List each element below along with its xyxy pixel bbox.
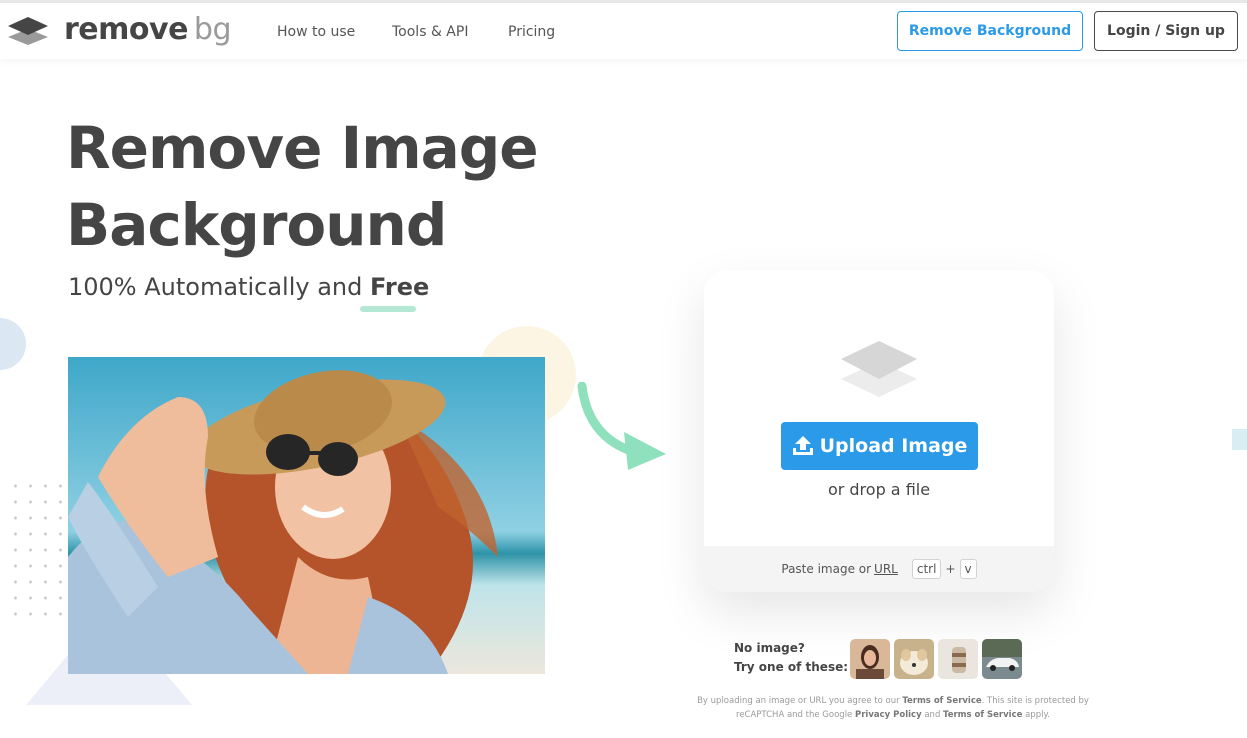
login-signup-button[interactable]: Login / Sign up xyxy=(1094,11,1238,51)
site-header: remove bg How to use Tools & API Pricing … xyxy=(0,3,1247,59)
layers-icon xyxy=(841,341,917,397)
logo-text: remove bg xyxy=(64,12,232,47)
sample-car-thumbnail[interactable] xyxy=(982,639,1022,679)
decor-dots xyxy=(8,478,64,618)
hero-photo xyxy=(68,357,545,674)
free-underline xyxy=(360,306,416,312)
ctrl-key: ctrl xyxy=(911,559,942,579)
page-title: Remove Image Background xyxy=(66,110,626,264)
nav-pricing[interactable]: Pricing xyxy=(508,24,555,40)
terms-of-service-link[interactable]: Terms of Service xyxy=(902,696,981,706)
privacy-policy-link[interactable]: Privacy Policy xyxy=(855,710,922,720)
nav-how-to-use[interactable]: How to use xyxy=(277,24,355,40)
subtitle-emphasis: Free xyxy=(370,273,430,301)
nav-tools-api[interactable]: Tools & API xyxy=(392,24,468,40)
curved-arrow-icon xyxy=(577,382,666,470)
sample-dog-thumbnail[interactable] xyxy=(894,639,934,679)
sample-woman-thumbnail[interactable] xyxy=(850,639,890,679)
terms-notice: By uploading an image or URL you agree t… xyxy=(690,694,1096,722)
subtitle-prefix: 100% Automatically and xyxy=(68,273,363,301)
decor-square xyxy=(1232,429,1247,450)
terms-of-service-link-2[interactable]: Terms of Service xyxy=(943,710,1022,720)
upload-image-button[interactable]: Upload Image xyxy=(781,422,978,470)
terms-text-3: and xyxy=(924,710,941,720)
paste-text: Paste image or xyxy=(781,562,872,576)
logo-layers-icon xyxy=(8,17,48,45)
remove-background-button[interactable]: Remove Background xyxy=(897,11,1083,51)
try-these-text: Try one of these: xyxy=(734,660,849,674)
sample-prompt: No image? Try one of these: xyxy=(734,639,848,677)
paste-bar: Paste image or URL ctrl + v xyxy=(704,546,1054,592)
title-line-1: Remove Image xyxy=(66,114,539,182)
no-image-text: No image? xyxy=(734,641,805,655)
logo-link[interactable]: remove bg xyxy=(6,12,236,53)
upload-card[interactable]: Upload Image or drop a file Paste image … xyxy=(704,270,1054,592)
drop-file-text: or drop a file xyxy=(827,480,931,499)
sample-food-thumbnail[interactable] xyxy=(938,639,978,679)
url-link[interactable]: URL xyxy=(874,562,898,576)
terms-text-4: apply. xyxy=(1025,710,1050,720)
terms-text-1: By uploading an image or URL you agree t… xyxy=(697,696,900,706)
upload-icon xyxy=(792,436,813,455)
plus-sign: + xyxy=(945,562,956,576)
upload-image-label: Upload Image xyxy=(819,435,968,457)
v-key: v xyxy=(959,559,977,579)
title-line-2: Background xyxy=(66,191,447,259)
decor-half-circle xyxy=(0,318,26,370)
subtitle: 100% Automatically and Free xyxy=(68,273,429,301)
